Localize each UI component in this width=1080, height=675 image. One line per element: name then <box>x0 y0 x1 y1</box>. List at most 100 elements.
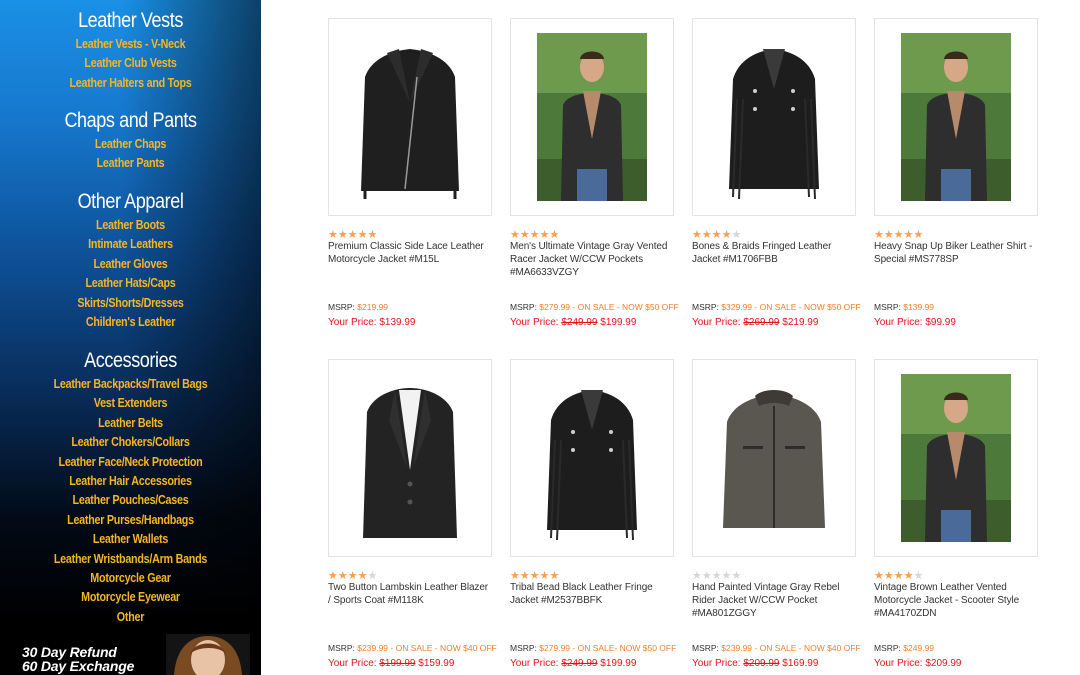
category-link[interactable]: Leather Hair Accessories <box>18 472 242 491</box>
fringed-jacket-picture <box>729 49 819 200</box>
category-link[interactable]: Leather Pants <box>18 154 242 173</box>
category-link[interactable]: Leather Chokers/Collars <box>18 433 242 452</box>
price-line: Your Price: $209.99 $169.99 <box>692 657 818 670</box>
category-link[interactable]: Leather Wristbands/Arm Bands <box>18 550 242 569</box>
category-link[interactable]: Leather Pouches/Cases <box>18 491 242 510</box>
product-card[interactable]: ★★★★★ Heavy Snap Up Biker Leather Shirt -… <box>874 18 1038 338</box>
price-line: Your Price: $249.99 $199.99 <box>510 657 636 670</box>
category-link[interactable]: Skirts/Shorts/Dresses <box>18 294 242 313</box>
star-rating: ★★★★★ <box>874 566 923 582</box>
category-link[interactable]: Leather Halters and Tops <box>18 74 242 93</box>
product-title[interactable]: Vintage Brown Leather Vented Motorcycle … <box>874 581 1038 620</box>
product-card[interactable]: ★★★★★ Tribal Bead Black Leather Fringe Ja… <box>510 359 676 675</box>
product-image[interactable] <box>874 359 1038 557</box>
product-image[interactable] <box>692 359 856 557</box>
category-link[interactable]: Leather Boots <box>18 216 242 235</box>
msrp-label: MSRP: <box>692 643 719 653</box>
current-price: $209.99 <box>925 658 962 669</box>
category-link[interactable]: Leather Gloves <box>18 255 242 274</box>
model-photo-picture <box>537 33 647 201</box>
sale-note: - ON SALE - NOW $50 OFF <box>752 302 861 312</box>
fringed-jacket-picture <box>547 390 637 541</box>
sale-note: - ON SALE - NOW $50 OFF <box>570 302 679 312</box>
msrp-label: MSRP: <box>874 302 901 312</box>
product-title[interactable]: Premium Classic Side Lace Leather Motorc… <box>328 240 492 266</box>
price-line: Your Price: $99.99 <box>874 316 956 329</box>
price-line: Your Price: $269.99 $219.99 <box>692 316 818 329</box>
product-card[interactable]: ★★★★★ Bones & Braids Fringed Leather Jack… <box>692 18 861 338</box>
category-link[interactable]: Leather Club Vests <box>18 54 242 73</box>
product-image[interactable] <box>692 18 856 216</box>
msrp-line: MSRP: $239.99 - ON SALE - NOW $40 OFF <box>692 643 861 654</box>
product-card[interactable]: ★★★★★ Hand Painted Vintage Gray Rebel Rid… <box>692 359 861 675</box>
your-price-label: Your Price: <box>874 658 923 669</box>
category-heading: Accessories <box>84 349 177 372</box>
category-link[interactable]: Leather Vests - V-Neck <box>18 35 242 54</box>
product-image[interactable] <box>328 18 492 216</box>
star-rating: ★★★★★ <box>692 566 741 582</box>
old-price: $209.99 <box>743 658 780 669</box>
your-price-label: Your Price: <box>692 317 741 328</box>
star-rating: ★★★★★ <box>510 566 559 582</box>
msrp-line: MSRP: $249.99 <box>874 643 934 654</box>
msrp-label: MSRP: <box>692 302 719 312</box>
product-image[interactable] <box>328 359 492 557</box>
category-sidebar: Leather Vests Leather Vests - V-Neck Lea… <box>0 0 261 675</box>
current-price: $99.99 <box>925 317 956 328</box>
category-link[interactable]: Children's Leather <box>18 313 242 332</box>
category-link[interactable]: Motorcycle Eyewear <box>18 588 242 607</box>
model-photo-picture <box>901 374 1011 542</box>
msrp-value: $139.99 <box>903 302 935 312</box>
your-price-label: Your Price: <box>328 317 377 328</box>
msrp-value: $279.99 <box>539 302 571 312</box>
category-link[interactable]: Leather Purses/Handbags <box>18 511 242 530</box>
msrp-value: $279.99 <box>539 643 571 653</box>
refund-exchange-banner[interactable]: 30 Day Refund 60 Day Exchange <box>14 634 250 675</box>
product-title[interactable]: Hand Painted Vintage Gray Rebel Rider Ja… <box>692 581 856 620</box>
msrp-value: $249.99 <box>903 643 935 653</box>
category-link[interactable]: Intimate Leathers <box>18 235 242 254</box>
model-photo-picture <box>901 33 1011 201</box>
product-image[interactable] <box>510 359 674 557</box>
product-title[interactable]: Bones & Braids Fringed Leather Jacket #M… <box>692 240 856 266</box>
category-link[interactable]: Vest Extenders <box>18 394 242 413</box>
product-card[interactable]: ★★★★★ Premium Classic Side Lace Leather M… <box>328 18 492 338</box>
category-link[interactable]: Leather Chaps <box>18 135 242 154</box>
category-link[interactable]: Leather Backpacks/Travel Bags <box>18 375 242 394</box>
old-price: $249.99 <box>561 658 598 669</box>
category-section-other-apparel: Other Apparel Leather Boots Intimate Lea… <box>0 190 261 332</box>
product-title[interactable]: Heavy Snap Up Biker Leather Shirt - Spec… <box>874 240 1038 266</box>
category-link[interactable]: Other <box>18 608 242 627</box>
price-line: Your Price: $209.99 <box>874 657 961 670</box>
category-link[interactable]: Leather Hats/Caps <box>18 274 242 293</box>
category-link[interactable]: Leather Wallets <box>18 530 242 549</box>
category-link[interactable]: Leather Belts <box>18 414 242 433</box>
product-title[interactable]: Men's Ultimate Vintage Gray Vented Racer… <box>510 240 674 279</box>
category-link[interactable]: Motorcycle Gear <box>18 569 242 588</box>
promo-exchange-text: 60 Day Exchange <box>22 658 135 674</box>
price-line: Your Price: $249.99 $199.99 <box>510 316 636 329</box>
msrp-value: $219.99 <box>357 302 389 312</box>
your-price-label: Your Price: <box>692 658 741 669</box>
product-card[interactable]: ★★★★★ Vintage Brown Leather Vented Motorc… <box>874 359 1038 675</box>
sale-note: - ON SALE - NOW $40 OFF <box>752 643 861 653</box>
product-image[interactable] <box>510 18 674 216</box>
product-card[interactable]: ★★★★★ Men's Ultimate Vintage Gray Vented … <box>510 18 679 338</box>
msrp-label: MSRP: <box>510 643 537 653</box>
current-price: $199.99 <box>600 658 637 669</box>
msrp-line: MSRP: $279.99 - ON SALE- NOW $50 OFF <box>510 643 676 654</box>
star-rating: ★★★★★ <box>510 225 559 241</box>
msrp-label: MSRP: <box>328 643 355 653</box>
product-title[interactable]: Two Button Lambskin Leather Blazer / Spo… <box>328 581 492 607</box>
black-leather-jacket-picture <box>361 49 459 199</box>
product-title[interactable]: Tribal Bead Black Leather Fringe Jacket … <box>510 581 674 607</box>
msrp-value: $329.99 <box>721 302 753 312</box>
category-link[interactable]: Leather Face/Neck Protection <box>18 453 242 472</box>
current-price: $139.99 <box>379 317 416 328</box>
msrp-label: MSRP: <box>510 302 537 312</box>
star-rating: ★★★★★ <box>328 566 377 582</box>
product-card[interactable]: ★★★★★ Two Button Lambskin Leather Blazer … <box>328 359 497 675</box>
product-image[interactable] <box>874 18 1038 216</box>
sale-note: - ON SALE - NOW $40 OFF <box>388 643 497 653</box>
category-section-accessories: Accessories Leather Backpacks/Travel Bag… <box>0 349 261 627</box>
